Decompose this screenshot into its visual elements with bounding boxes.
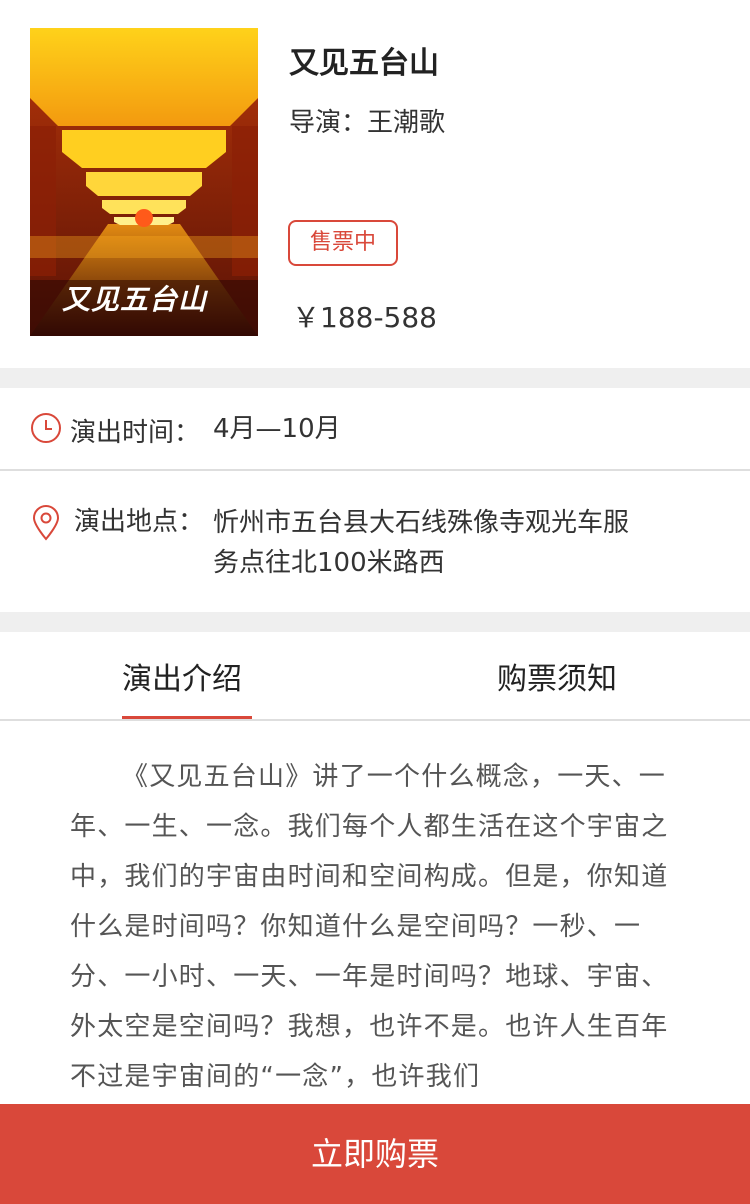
show-title: 又见五台山: [289, 46, 439, 81]
show-intro-text: 《又见五台山》讲了一个什么概念，一天、一年、一生、一念。我们每个人都生活在这个宇…: [70, 762, 669, 1092]
show-detail-page: 又见五台山 又见五台山 导演：王潮歌 售票中 ￥188-588 演出时间： 4月…: [0, 0, 750, 1204]
section-gap: [0, 612, 750, 632]
director-name: 王潮歌: [367, 108, 446, 138]
address-line-1: 忻州市五台县大石线殊像寺观光车服: [213, 508, 630, 538]
show-director: 导演：王潮歌: [289, 102, 445, 139]
show-place-row[interactable]: 演出地点： 忻州市五台县大石线殊像寺观光车服 务点往北100米路西: [0, 471, 750, 613]
tab-bar: 演出介绍 购票须知: [0, 632, 750, 720]
show-card: 又见五台山 又见五台山 导演：王潮歌 售票中 ￥188-588: [0, 0, 750, 368]
show-poster[interactable]: 又见五台山: [30, 28, 258, 336]
clock-icon: [30, 412, 62, 448]
show-place-value: 忻州市五台县大石线殊像寺观光车服 务点往北100米路西: [213, 503, 629, 583]
director-label: 导演：: [289, 108, 368, 138]
divider: [0, 719, 750, 721]
show-time-label: 演出时间：: [70, 418, 201, 448]
show-place-label: 演出地点：: [74, 507, 205, 537]
tab-purchase-notice[interactable]: 购票须知: [497, 654, 617, 698]
price-range: ￥188-588: [292, 301, 437, 334]
poster-caption: 又见五台山: [62, 283, 208, 316]
show-time-value: 4月—10月: [213, 414, 341, 444]
show-time-row: 演出时间： 4月—10月: [0, 388, 750, 470]
buy-ticket-button[interactable]: 立即购票: [0, 1104, 750, 1204]
address-line-2: 务点往北100米路西: [213, 548, 445, 578]
status-badge: 售票中: [288, 220, 399, 266]
section-gap: [0, 368, 750, 388]
tab-show-intro[interactable]: 演出介绍: [122, 654, 242, 698]
location-pin-icon: [32, 505, 60, 545]
